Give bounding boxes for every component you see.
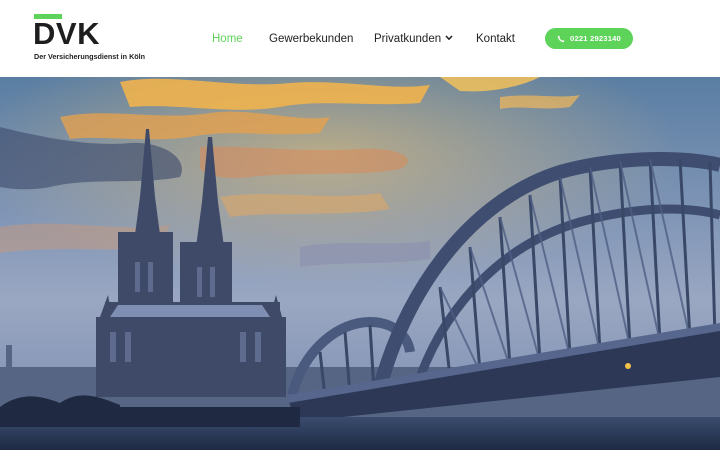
nav-item-privatkunden[interactable]: Privatkunden: [374, 30, 453, 48]
site-header: DVK Der Versicherungsdienst in Köln Home…: [0, 0, 720, 77]
hero-image-cologne-skyline: [0, 77, 720, 450]
nav-item-privatkunden-label: Privatkunden: [374, 33, 442, 45]
phone-icon: [557, 35, 565, 42]
hero-banner: [0, 77, 720, 450]
phone-call-button[interactable]: 0221 2923140: [545, 28, 633, 49]
nav-item-gewerbekunden[interactable]: Gewerbekunden: [269, 30, 353, 48]
bridge-lamp: [625, 363, 631, 369]
chevron-down-icon: [445, 35, 453, 41]
nav-item-home[interactable]: Home: [212, 30, 243, 48]
logo-tagline: Der Versicherungsdienst in Köln: [34, 52, 146, 61]
phone-number: 0221 2923140: [570, 34, 621, 43]
nav-item-kontakt[interactable]: Kontakt: [476, 30, 515, 48]
